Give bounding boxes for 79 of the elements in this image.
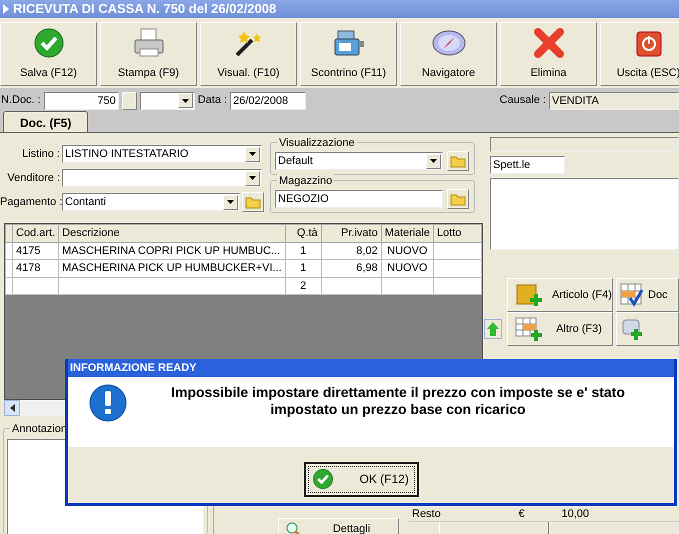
toolbar-button[interactable]: Visual. (F10) [200, 22, 297, 86]
table-cell: 1 [285, 260, 322, 277]
series-dropdown[interactable] [140, 92, 195, 110]
dropdown-arrow-icon [227, 200, 234, 204]
action-button[interactable]: Altro (F3) [507, 312, 613, 346]
column-header[interactable]: Pr.ivato [321, 224, 382, 242]
toolbar-button[interactable]: Elimina [500, 22, 597, 86]
app-icon [2, 3, 10, 15]
action-button[interactable]: Doc [616, 278, 679, 312]
toolbar-button[interactable]: Navigatore [400, 22, 497, 86]
info-icon [88, 383, 128, 423]
column-header[interactable]: Materiale [381, 224, 434, 242]
small-button[interactable] [122, 92, 137, 110]
total-value: 10,00 [560, 507, 589, 521]
table-cell: 8,02 [321, 242, 382, 260]
field-label: Causale : [500, 93, 546, 108]
window-title: RICEVUTA DI CASSA N. 750 del 26/02/2008 [13, 0, 276, 18]
field-label: Data : [198, 93, 228, 108]
column-header[interactable]: Descrizione [58, 224, 286, 242]
action-button[interactable] [616, 312, 679, 346]
up-button[interactable] [484, 319, 502, 339]
toolbar-button[interactable]: Stampa (F9) [100, 22, 197, 86]
dropdown-field[interactable]: Contanti [62, 193, 240, 211]
magnifier-icon [285, 521, 303, 534]
field-label: Listino : [21, 146, 60, 162]
power-icon [634, 28, 664, 58]
table-cell: 4178 [12, 260, 59, 277]
details-button[interactable]: Dettagli [278, 518, 399, 534]
currency-label: € [517, 507, 526, 521]
date-field[interactable]: 26/02/2008 [230, 92, 306, 110]
folder-icon [245, 195, 261, 209]
folder-icon [450, 154, 466, 168]
grid-check-icon [619, 282, 645, 308]
column-header[interactable]: Cod.art. [12, 224, 59, 242]
ok-button[interactable]: OK (F12) [304, 462, 418, 496]
table-cell: 6,98 [321, 260, 382, 277]
total-label: Resto [411, 507, 442, 521]
folder-button[interactable] [447, 151, 469, 171]
folder-button[interactable] [447, 189, 469, 209]
table-cell: NUOVO [381, 260, 434, 277]
text-field[interactable]: NEGOZIO [275, 190, 443, 208]
dropdown-arrow-icon [430, 159, 437, 163]
dropdown-arrow-icon [249, 152, 256, 156]
tab[interactable]: Doc. (F5) [3, 111, 88, 132]
table-cell: MASCHERINA COPRI PICK UP HUMBUC... [58, 242, 286, 260]
column-header[interactable]: Lotto [433, 224, 482, 242]
field-label: N.Doc. : [1, 93, 41, 108]
table-cell: NUOVO [381, 242, 434, 260]
dropdown-field[interactable] [62, 169, 262, 187]
table-cell: MASCHERINA PICK UP HUMBUCKER+VI... [58, 260, 286, 277]
check-icon [312, 468, 334, 490]
cross-icon [532, 26, 564, 58]
column-header[interactable]: Q.tà [285, 224, 322, 242]
text-field[interactable] [490, 137, 679, 152]
document-number-field[interactable]: 750 [44, 92, 119, 110]
reason-field[interactable]: VENDITA [549, 92, 679, 110]
table-cell: 2 [285, 277, 322, 294]
action-button[interactable]: Articolo (F4) [507, 278, 613, 312]
up-arrow-icon [487, 322, 499, 336]
table-cell: 4175 [12, 242, 59, 260]
left-arrow-icon [10, 404, 14, 412]
toolbar-button[interactable]: Scontrino (F11) [300, 22, 397, 86]
folder-button[interactable] [242, 192, 264, 212]
folder-icon [450, 192, 466, 206]
dropdown-arrow-icon [182, 98, 189, 102]
address-field[interactable]: Spett.le [490, 156, 565, 174]
check-icon [32, 26, 64, 58]
dropdown-field[interactable]: LISTINO INTESTATARIO [62, 145, 262, 163]
field-label: Pagamento : [0, 194, 60, 210]
table-cell: 1 [285, 242, 322, 260]
dialog-message: Impossibile impostare direttamente il prezzo con imposte se e' stato impostato un prezzo base con ricarico [170, 384, 626, 418]
group-label: Magazzino [277, 173, 334, 190]
grid-plus-icon [514, 316, 544, 342]
dropdown-arrow-icon [249, 176, 256, 180]
printer-icon [132, 26, 166, 58]
field-label: Venditore : [6, 170, 60, 186]
dialog-title: INFORMAZIONE READY [68, 359, 674, 377]
toolbar-button[interactable]: Salva (F12) [0, 22, 97, 86]
dropdown-field[interactable]: Default [275, 152, 443, 170]
